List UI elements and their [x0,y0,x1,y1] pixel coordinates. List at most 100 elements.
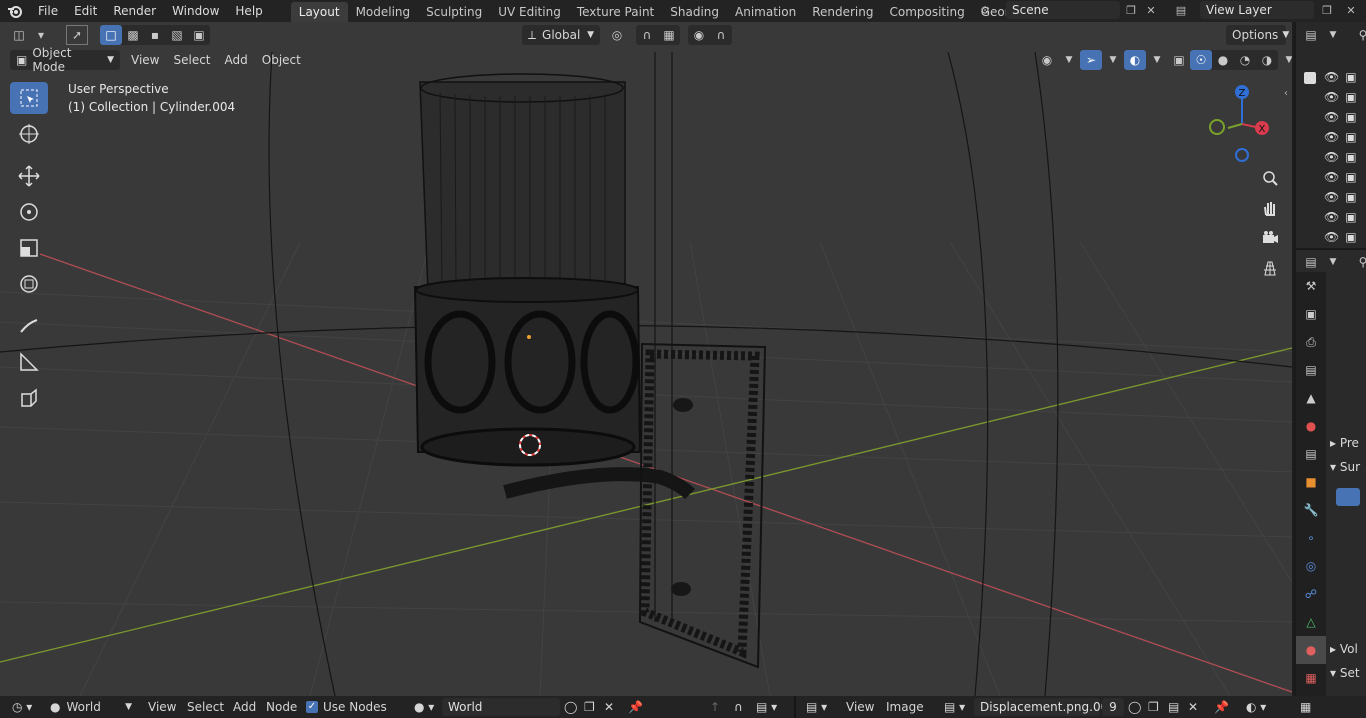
measure-tool[interactable] [10,346,48,378]
section-surface[interactable]: ▾ Sur [1330,460,1360,474]
world-browse-icon[interactable]: ● ▾ [414,698,434,716]
world-name-field[interactable]: World [442,698,560,716]
texture-checker-icon[interactable]: ▦ [1300,698,1311,716]
eye-icon[interactable]: 👁 [1324,190,1339,210]
scale-tool[interactable] [10,232,48,264]
editor-type-icon[interactable]: ▤ [1300,25,1322,45]
chevron-down-icon[interactable]: ▼ [1146,50,1168,70]
collection-checkbox[interactable] [1304,72,1316,84]
zoom-button[interactable] [1257,165,1283,191]
camera-render-icon[interactable]: ▣ [1345,190,1356,210]
tool-tab[interactable]: ⚒ [1296,272,1326,300]
move-tool[interactable] [10,160,48,192]
chevron-down-icon[interactable]: ▼ [1058,50,1080,70]
wireframe-shading-icon[interactable]: ☉ [1190,50,1212,70]
cursor-tool[interactable] [10,118,48,150]
material-shading-icon[interactable]: ◔ [1234,50,1256,70]
tab-animation[interactable]: Animation [727,2,804,22]
unlink-icon[interactable]: ✕ [1188,698,1198,716]
parent-node-icon[interactable]: ↑ [710,698,720,716]
overlays-toggle-icon[interactable]: ◐ ▾ [1246,698,1266,716]
select-box-tool[interactable] [10,82,48,114]
scene-field[interactable]: Scene [1006,1,1120,19]
camera-render-icon[interactable]: ▣ [1345,70,1356,90]
pivot-point-icon[interactable]: ◎ [606,25,628,45]
visibility-eye-icon[interactable]: ◉ [1036,50,1058,70]
proportional-edit-icon[interactable]: ◉ [688,25,710,45]
annotate-tool[interactable] [10,310,48,342]
editor-type-chevron-icon[interactable]: ▾ [30,25,52,45]
pin-icon[interactable]: 📌 [1214,698,1229,716]
open-folder-icon[interactable]: ▤ [1168,698,1179,716]
menu-image-view[interactable]: View [846,698,874,716]
physics-tab[interactable]: ◎ [1296,552,1326,580]
modifier-tab[interactable]: 🔧 [1296,496,1326,524]
image-name-field[interactable]: Displacement.png.001 [974,698,1116,716]
menu-help[interactable]: Help [227,0,270,22]
menu-view[interactable]: View [124,50,166,70]
delete-scene-icon[interactable]: ✕ [1142,2,1160,19]
world-tab[interactable]: ● [1296,412,1326,440]
view-layer-field[interactable]: View Layer [1200,1,1314,19]
output-tab[interactable]: ⎙ [1296,328,1326,356]
navigation-gizmo[interactable]: Z X [1200,82,1286,166]
select-mode-subtract-icon[interactable]: ▪ [144,25,166,45]
solid-shading-icon[interactable]: ● [1212,50,1234,70]
scene-selector-icon[interactable]: ⚙ [976,2,994,19]
surface-node-button[interactable] [1336,488,1360,506]
snap-toggle-icon[interactable]: ∩ [636,25,658,45]
camera-render-icon[interactable]: ▣ [1345,230,1356,250]
camera-render-icon[interactable]: ▣ [1345,130,1356,150]
eye-icon[interactable]: 👁 [1324,90,1339,110]
chevron-down-icon[interactable]: ▼ [1102,50,1124,70]
menu-window[interactable]: Window [164,0,227,22]
collection-tab[interactable]: ▤ [1296,440,1326,468]
search-icon[interactable]: ⚲ [1352,252,1366,272]
view-layer-tab[interactable]: ▤ [1296,356,1326,384]
delete-view-layer-icon[interactable]: ✕ [1342,2,1360,19]
menu-view[interactable]: View [148,698,176,716]
search-icon[interactable]: ⚲ [1352,25,1366,45]
object-tab[interactable]: ■ [1296,468,1326,496]
tab-shading[interactable]: Shading [662,2,727,22]
3d-viewport[interactable]: ◫ ▾ ➚ □ ▩ ▪ ▧ ▣ ⟂ Global ▼ ◎ ∩ ▦ ◉ ∩ Opt… [0,22,1292,696]
constraints-tab[interactable]: ☍ [1296,580,1326,608]
overlays-toggle-icon[interactable]: ◐ [1124,50,1146,70]
tab-uv-editing[interactable]: UV Editing [490,2,569,22]
new-scene-icon[interactable]: ❐ [1122,2,1140,19]
menu-node[interactable]: Node [266,698,297,716]
select-tool-icon[interactable]: ➚ [66,25,88,45]
menu-file[interactable]: File [30,0,66,22]
rendered-shading-icon[interactable]: ◑ [1256,50,1278,70]
select-mode-invert-icon[interactable]: ▧ [166,25,188,45]
eye-icon[interactable]: 👁 [1324,210,1339,230]
menu-select[interactable]: Select [187,698,224,716]
eye-icon[interactable]: 👁 [1324,150,1339,170]
chevron-down-icon[interactable]: ▼ [1278,50,1292,70]
render-tab[interactable]: ▣ [1296,300,1326,328]
editor-type-icon[interactable]: ◫ [8,25,30,45]
select-mode-extend-icon[interactable]: ▩ [122,25,144,45]
transform-tool[interactable] [10,268,48,300]
menu-select[interactable]: Select [166,50,217,70]
snap-icon[interactable]: ∩ [734,698,743,716]
new-image-icon[interactable]: ❐ [1148,698,1159,716]
menu-object[interactable]: Object [255,50,308,70]
tab-layout[interactable]: Layout [290,1,348,22]
tab-sculpting[interactable]: Sculpting [418,2,490,22]
tab-texture-paint[interactable]: Texture Paint [569,2,662,22]
gizmo-toggle-icon[interactable]: ➢ [1080,50,1102,70]
new-view-layer-icon[interactable]: ❐ [1318,2,1336,19]
xray-toggle-icon[interactable]: ▣ [1168,50,1190,70]
image-editor-type-icon[interactable]: ▤ ▾ [806,698,827,716]
transform-orientation-select[interactable]: ⟂ Global ▼ [522,25,600,45]
eye-icon[interactable]: 👁 [1324,130,1339,150]
editor-type-icon[interactable]: ▤ [1300,252,1322,272]
data-tab[interactable]: △ [1296,608,1326,636]
ortho-toggle-button[interactable] [1257,255,1283,281]
camera-render-icon[interactable]: ▣ [1345,170,1356,190]
menu-add[interactable]: Add [233,698,256,716]
image-users-count[interactable]: 9 [1102,698,1124,716]
menu-render[interactable]: Render [105,0,164,22]
eye-icon[interactable]: 👁 [1324,70,1339,90]
